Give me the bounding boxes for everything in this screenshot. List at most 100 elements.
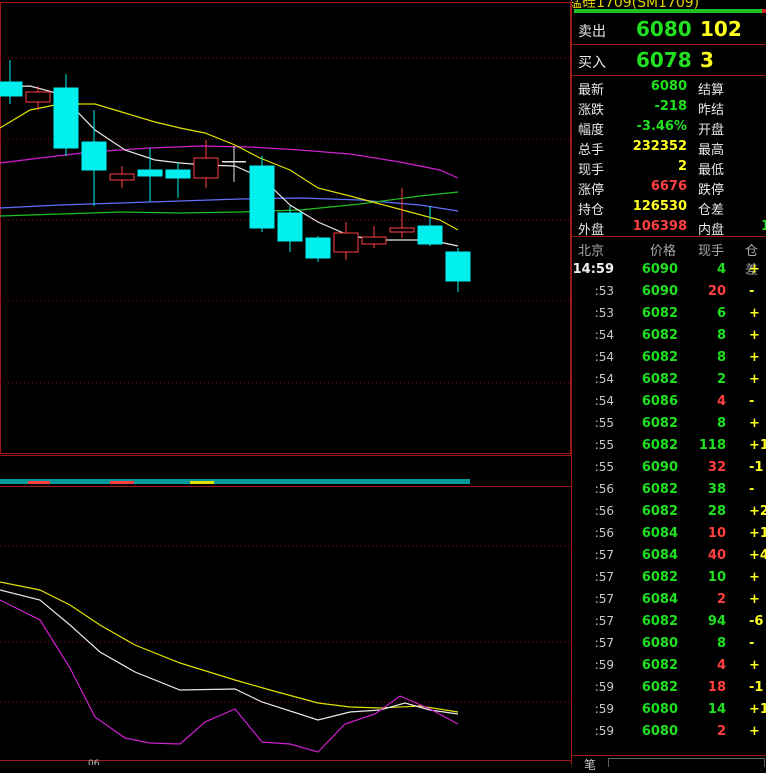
tick-row[interactable]: :55 6082 8 + [572, 413, 766, 435]
tick-time: :54 [594, 350, 614, 364]
tick-change: +1 [749, 438, 766, 453]
stat-label: 涨跌 [578, 103, 605, 118]
tick-row[interactable]: :54 6086 4 - [572, 391, 766, 413]
stat-row: 总手 232352 最高 [572, 137, 766, 158]
tick-change: - [749, 636, 755, 651]
tick-price: 6080 [641, 724, 678, 739]
tick-row[interactable]: :53 6090 20 - [572, 281, 766, 303]
tick-change: + [749, 328, 760, 343]
tick-volume: 2 [716, 372, 726, 387]
candle-body [0, 81, 23, 97]
tick-change: + [749, 416, 760, 431]
buy-label: 买入 [578, 55, 606, 71]
tick-time: :56 [594, 504, 614, 518]
stat-row: 持仓 126530 仓差 [572, 197, 766, 218]
tick-price: 6082 [641, 306, 678, 321]
candlestick-chart[interactable]: 06 [0, 0, 571, 765]
tick-price: 6086 [641, 394, 678, 409]
candles [0, 60, 471, 292]
tick-time: :57 [594, 548, 614, 562]
tick-volume: 8 [716, 636, 726, 651]
tick-row[interactable]: :54 6082 2 + [572, 369, 766, 391]
stat-label: 总手 [578, 143, 605, 158]
tick-time: :55 [594, 460, 614, 474]
candle-body [277, 212, 303, 242]
stat-label-2: 跌停 [698, 183, 725, 198]
tick-price: 6082 [641, 570, 678, 585]
tick-row[interactable]: :57 6082 94 -6 [572, 611, 766, 633]
stat-value: 6080 [650, 79, 687, 94]
tick-row[interactable]: :56 6084 10 +1 [572, 523, 766, 545]
tick-row[interactable]: :54 6082 8 + [572, 325, 766, 347]
tick-price: 6082 [641, 328, 678, 343]
tick-row[interactable]: :57 6084 2 + [572, 589, 766, 611]
sell-price: 6080 [636, 17, 692, 41]
tick-change: +2 [749, 504, 766, 519]
tick-price: 6082 [641, 416, 678, 431]
tick-volume: 94 [707, 614, 726, 629]
ticks-header-time: 北京 [578, 244, 605, 259]
buy-price: 6078 [636, 48, 692, 72]
chart-frame [0, 2, 571, 761]
buy-quote: 买入 6078 3 [572, 45, 766, 76]
tick-volume: 28 [707, 504, 726, 519]
osc-line-yellow [0, 581, 459, 713]
ma-line-green [0, 191, 459, 217]
stat-label-2: 结算 [698, 83, 725, 98]
tick-volume: 118 [698, 438, 726, 453]
candle-body [305, 237, 331, 259]
stat-value: -3.46% [636, 119, 688, 134]
tick-change: + [749, 724, 760, 739]
ticks-header: 北京 价格 现手 仓差 [572, 236, 766, 278]
tick-row[interactable]: :53 6082 6 + [572, 303, 766, 325]
candle-body [53, 87, 79, 149]
sell-volume: 102 [700, 17, 742, 41]
candle-body [222, 161, 246, 163]
tick-row[interactable]: :59 6082 4 + [572, 655, 766, 677]
tick-row[interactable]: :56 6082 28 +2 [572, 501, 766, 523]
tick-row[interactable]: :59 6080 2 + [572, 721, 766, 743]
tick-row[interactable]: :55 6090 32 -1 [572, 457, 766, 479]
stat-label: 幅度 [578, 123, 605, 138]
buy-volume: 3 [700, 48, 714, 72]
tick-volume: 8 [716, 350, 726, 365]
bottom-tab-bar: 笔 [572, 755, 766, 772]
tick-row[interactable]: :59 6080 14 +1 [572, 699, 766, 721]
stat-row: 涨停 6676 跌停 [572, 177, 766, 198]
tick-row[interactable]: :54 6082 8 + [572, 347, 766, 369]
ticks-header-volume: 现手 [698, 244, 725, 259]
candle-body [165, 169, 191, 179]
tick-row[interactable]: :59 6082 18 -1 [572, 677, 766, 699]
title-underline-end [762, 9, 766, 13]
candle-body [249, 165, 275, 229]
stat-value: -218 [654, 99, 687, 114]
tick-price: 6082 [641, 482, 678, 497]
osc-line-white [0, 589, 459, 721]
tick-time: :57 [594, 592, 614, 606]
tick-time: :56 [594, 526, 614, 540]
sell-label: 卖出 [578, 24, 606, 40]
candle-body [109, 173, 135, 181]
tick-change: + [749, 372, 760, 387]
tick-row[interactable]: :57 6084 40 +4 [572, 545, 766, 567]
tick-volume: 20 [707, 284, 726, 299]
tick-change: + [749, 350, 760, 365]
stat-value: 2 [677, 159, 687, 174]
tick-price: 6080 [641, 702, 678, 717]
tick-row[interactable]: :55 6082 118 +1 [572, 435, 766, 457]
tick-price: 6082 [641, 680, 678, 695]
tick-volume: 8 [716, 416, 726, 431]
tick-volume: 32 [707, 460, 726, 475]
tick-row[interactable]: :57 6082 10 + [572, 567, 766, 589]
tick-change: +1 [749, 702, 766, 717]
candle-body [389, 227, 415, 233]
tick-row[interactable]: :57 6080 8 - [572, 633, 766, 655]
tick-volume: 2 [716, 592, 726, 607]
tick-row[interactable]: 14:59 6090 4 + [572, 259, 766, 281]
bottom-tab-box [608, 758, 765, 767]
tick-row[interactable]: :56 6082 38 - [572, 479, 766, 501]
stat-value: 106398 [632, 219, 687, 234]
stat-label-2: 最高 [698, 143, 725, 158]
tick-time: :59 [594, 680, 614, 694]
tick-time: :54 [594, 394, 614, 408]
